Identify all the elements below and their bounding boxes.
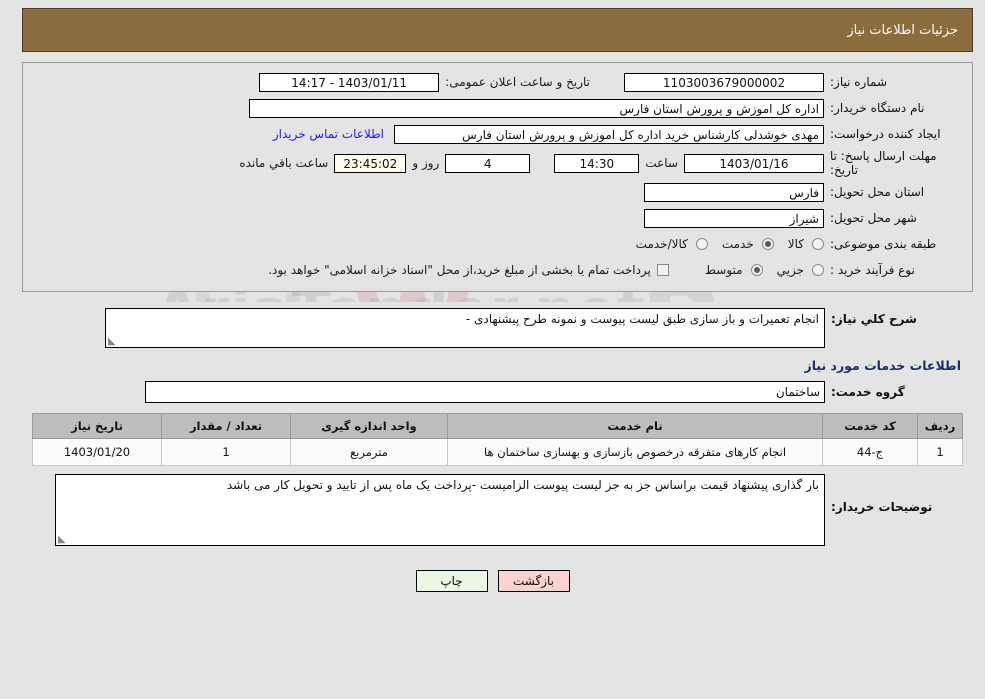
announcement-label: تاریخ و ساعت اعلان عمومی: [445,75,590,89]
purchase-process-radios: جزیي متوسط [695,263,824,277]
radio-process-jozei-label: جزیي [776,263,804,277]
row-buyer-notes: توضیحات خریدار: بار گذاری پیشنهاد قیمت ب… [32,474,963,546]
column-header-qty: تعداد / مقدار [161,413,291,439]
need-number-label: شماره نیاز: [830,75,887,89]
deadline-date-value: 1403/01/16 [684,153,824,173]
row-buyer-org: نام دستگاه خریدار: اداره کل اموزش و پرور… [33,97,962,119]
buyer-notes-label: توضیحات خریدار: [831,500,933,514]
radio-category-khedmat-label: خدمت [721,237,754,251]
row-request-creator: ایجاد کننده درخواست: مهدی خوشدلی کارشناس… [33,123,962,145]
radio-process-motavaset[interactable] [750,264,763,276]
services-table: ردیف کد خدمت نام خدمت واحد اندازه گیری ت… [32,413,963,466]
page-title: جزئیات اطلاعات نیاز [847,22,958,38]
table-header-row: ردیف کد خدمت نام خدمت واحد اندازه گیری ت… [32,413,963,439]
column-header-unit: واحد اندازه گیری [290,413,448,439]
row-need-summary: شرح کلي نیاز: انجام تعمیرات و باز سازی ط… [32,308,963,348]
delivery-city-label: شهر محل تحویل: [830,211,917,225]
row-delivery-province: استان محل تحویل: فارس [33,181,962,203]
buyer-org-value: اداره کل اموزش و پرورش استان فارس [249,98,824,118]
need-summary-label: شرح کلي نیاز: [831,312,917,326]
cell-service-name: انجام کارهای متفرقه درخصوص بازسازی و بهس… [447,438,823,466]
remaining-days-value: 4 [445,153,531,173]
row-delivery-city: شهر محل تحویل: شیراز [33,207,962,229]
radio-category-kala[interactable] [812,238,824,250]
buyer-notes-text: بار گذاری پیشنهاد قیمت براساس جز به جز ل… [226,478,819,492]
cell-service-code: ج-44 [822,438,918,466]
treasury-bond-checkbox[interactable] [656,264,669,276]
buyer-org-label: نام دستگاه خریدار: [830,101,925,115]
treasury-bond-text: پرداخت تمام یا بخشی از مبلغ خرید،از محل … [268,263,651,277]
table-row: 1 ج-44 انجام کارهای متفرقه درخصوص بازساز… [32,438,963,466]
page-header: جزئیات اطلاعات نیاز [22,8,973,52]
deadline-hour-label: ساعت [645,156,678,170]
cell-quantity: 1 [161,438,291,466]
deadline-time-value: 14:30 [554,153,640,173]
service-group-label: گروه خدمت: [831,385,905,399]
row-reply-deadline: مهلت ارسال پاسخ: تا تاریخ: 1403/01/16 سا… [33,149,962,177]
need-summary-value[interactable]: انجام تعمیرات و باز سازی طبق لیست پیوست … [105,308,825,348]
radio-category-kala-khedmat-label: کالا/خدمت [635,237,688,251]
radio-category-khedmat[interactable] [761,238,774,250]
purchase-process-label: نوع فرآیند خرید : [830,263,915,277]
need-summary-text: انجام تعمیرات و باز سازی طبق لیست پیوست … [465,312,819,326]
remaining-days-label: روز و [412,156,440,170]
reply-deadline-label: مهلت ارسال پاسخ: تا تاریخ: [830,149,937,177]
radio-process-motavaset-label: متوسط [704,263,743,277]
row-purchase-process: نوع فرآیند خرید : جزیي متوسط پرداخت تمام… [33,259,962,281]
row-subject-category: طبقه بندی موضوعی: کالا خدمت کالا/خدمت [33,233,962,255]
delivery-province-label: استان محل تحویل: [830,185,925,199]
need-description-panel: شرح کلي نیاز: انجام تعمیرات و باز سازی ط… [22,302,973,556]
request-creator-label: ایجاد کننده درخواست: [830,127,941,141]
buyer-contact-link[interactable]: اطلاعات تماس خریدار [273,127,384,141]
need-number-value: 1103003679000002 [624,72,824,92]
countdown-value: 23:45:02 [334,153,407,173]
row-service-group: گروه خدمت: ساختمان [32,381,963,403]
need-info-panel: شماره نیاز: 1103003679000002 تاریخ و ساع… [22,62,973,292]
delivery-city-value: شیراز [644,208,824,228]
cell-unit: مترمربع [290,438,448,466]
service-group-value: ساختمان [145,381,825,403]
request-creator-value: مهدی خوشدلی کارشناس خرید اداره کل اموزش … [394,124,824,144]
buyer-notes-value[interactable]: بار گذاری پیشنهاد قیمت براساس جز به جز ل… [55,474,825,546]
subject-category-label: طبقه بندی موضوعی: [830,237,937,251]
countdown-label: ساعت باقي مانده [239,156,329,170]
print-button[interactable]: چاپ [415,570,488,592]
back-button[interactable]: بازگشت [497,570,570,592]
announcement-value: 1403/01/11 - 14:17 [259,72,440,92]
column-header-name: نام خدمت [447,413,823,439]
footer-actions: بازگشت چاپ [0,570,985,592]
column-header-code: کد خدمت [822,413,918,439]
resize-grip-icon-notes[interactable]: ◣ [58,535,67,545]
services-section-title: اطلاعات خدمات مورد نیاز [804,358,962,373]
column-header-radif: ردیف [917,413,963,439]
cell-radif: 1 [917,438,963,466]
resize-grip-icon[interactable]: ◣ [108,337,117,347]
cell-need-date: 1403/01/20 [32,438,162,466]
radio-process-jozei[interactable] [812,264,824,276]
radio-category-kala-label: کالا [787,237,804,251]
subject-category-radios: کالا خدمت کالا/خدمت [626,237,824,251]
column-header-date: تاریخ نیاز [32,413,162,439]
row-need-number: شماره نیاز: 1103003679000002 تاریخ و ساع… [33,71,962,93]
radio-category-kala-khedmat[interactable] [695,238,708,250]
delivery-province-value: فارس [644,182,824,202]
